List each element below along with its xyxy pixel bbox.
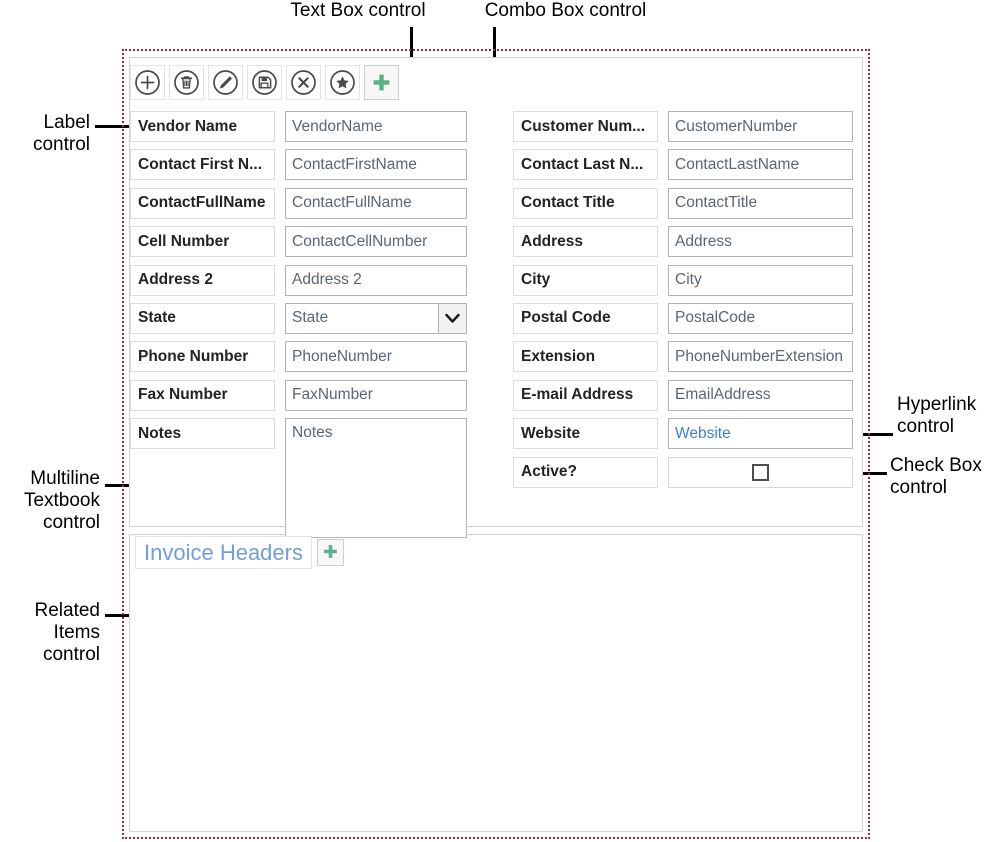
textbox-phone-number[interactable]: PhoneNumber [285, 341, 467, 373]
hyperlink-website[interactable]: Website [668, 418, 853, 450]
save-button[interactable] [247, 65, 282, 100]
textbox-address[interactable]: Address [668, 226, 853, 258]
label-contact-title: Contact Title [513, 187, 658, 219]
textbox-contact-first-name[interactable]: ContactFirstName [285, 149, 467, 181]
label-customer-number: Customer Num... [513, 111, 658, 142]
annotation-label: Label control [32, 112, 90, 156]
label-postal-code: Postal Code [513, 302, 658, 334]
label-city: City [513, 264, 658, 296]
annotation-multiline: Multiline Textbook control [23, 468, 100, 534]
favorite-button[interactable] [325, 65, 360, 100]
green-plus-icon [371, 72, 392, 93]
add-button[interactable] [364, 65, 399, 100]
label-contact-first-name: Contact First N... [130, 149, 275, 181]
annotation-checkbox: Check Box control [890, 455, 982, 499]
circle-trash-icon [173, 69, 200, 96]
label-active: Active? [513, 456, 658, 488]
chevron-down-icon[interactable] [438, 303, 466, 333]
label-state: State [130, 302, 275, 334]
textbox-fax-number[interactable]: FaxNumber [285, 379, 467, 411]
label-notes: Notes [130, 418, 275, 450]
textbox-extension[interactable]: PhoneNumberExtension [668, 341, 853, 373]
textbox-postal-code[interactable]: PostalCode [668, 302, 853, 334]
label-vendor-name: Vendor Name [130, 111, 275, 142]
circle-star-icon [329, 69, 356, 96]
circle-plus-icon [134, 69, 161, 96]
circle-pencil-icon [212, 69, 239, 96]
label-address-2: Address 2 [130, 264, 275, 296]
checkbox-active-container[interactable] [668, 456, 853, 488]
label-email-address: E-mail Address [513, 379, 658, 411]
annotation-hyperlink: Hyperlink control [897, 394, 977, 438]
label-fax-number: Fax Number [130, 379, 275, 411]
annotation-textbox: Text Box control [290, 0, 426, 21]
label-address: Address [513, 226, 658, 258]
delete-button[interactable] [169, 65, 204, 100]
circle-save-icon [251, 69, 278, 96]
annotation-combobox: Combo Box control [484, 0, 647, 21]
related-items-add-button[interactable] [316, 539, 344, 566]
label-cell-number: Cell Number [130, 226, 275, 258]
label-contact-last-name: Contact Last N... [513, 149, 658, 181]
textbox-contact-full-name[interactable]: ContactFullName [285, 187, 467, 219]
textbox-email-address[interactable]: EmailAddress [668, 379, 853, 411]
textbox-contact-title[interactable]: ContactTitle [668, 187, 853, 219]
combobox-state[interactable]: State [285, 302, 467, 334]
edit-button[interactable] [208, 65, 243, 100]
related-items-header: Invoice Headers [135, 536, 344, 569]
circle-x-icon [290, 69, 317, 96]
related-items-title: Invoice Headers [135, 536, 312, 569]
toolbar [130, 65, 399, 100]
annotation-related: Related Items control [34, 600, 101, 666]
cancel-button[interactable] [286, 65, 321, 100]
textbox-address-2[interactable]: Address 2 [285, 264, 467, 296]
textbox-city[interactable]: City [668, 264, 853, 296]
label-contact-full-name: ContactFullName [130, 187, 275, 219]
label-website: Website [513, 418, 658, 450]
related-items-panel [129, 534, 863, 832]
checkbox-active[interactable] [752, 463, 769, 481]
new-button[interactable] [130, 65, 165, 100]
green-plus-icon [322, 543, 339, 563]
multiline-textbox-notes[interactable]: Notes [285, 418, 467, 539]
textbox-cell-number[interactable]: ContactCellNumber [285, 226, 467, 258]
label-extension: Extension [513, 341, 658, 373]
label-phone-number: Phone Number [130, 341, 275, 373]
combobox-state-value: State [292, 309, 329, 327]
textbox-vendor-name[interactable]: VendorName [285, 111, 467, 142]
textbox-contact-last-name[interactable]: ContactLastName [668, 149, 853, 181]
textbox-customer-number[interactable]: CustomerNumber [668, 111, 853, 142]
